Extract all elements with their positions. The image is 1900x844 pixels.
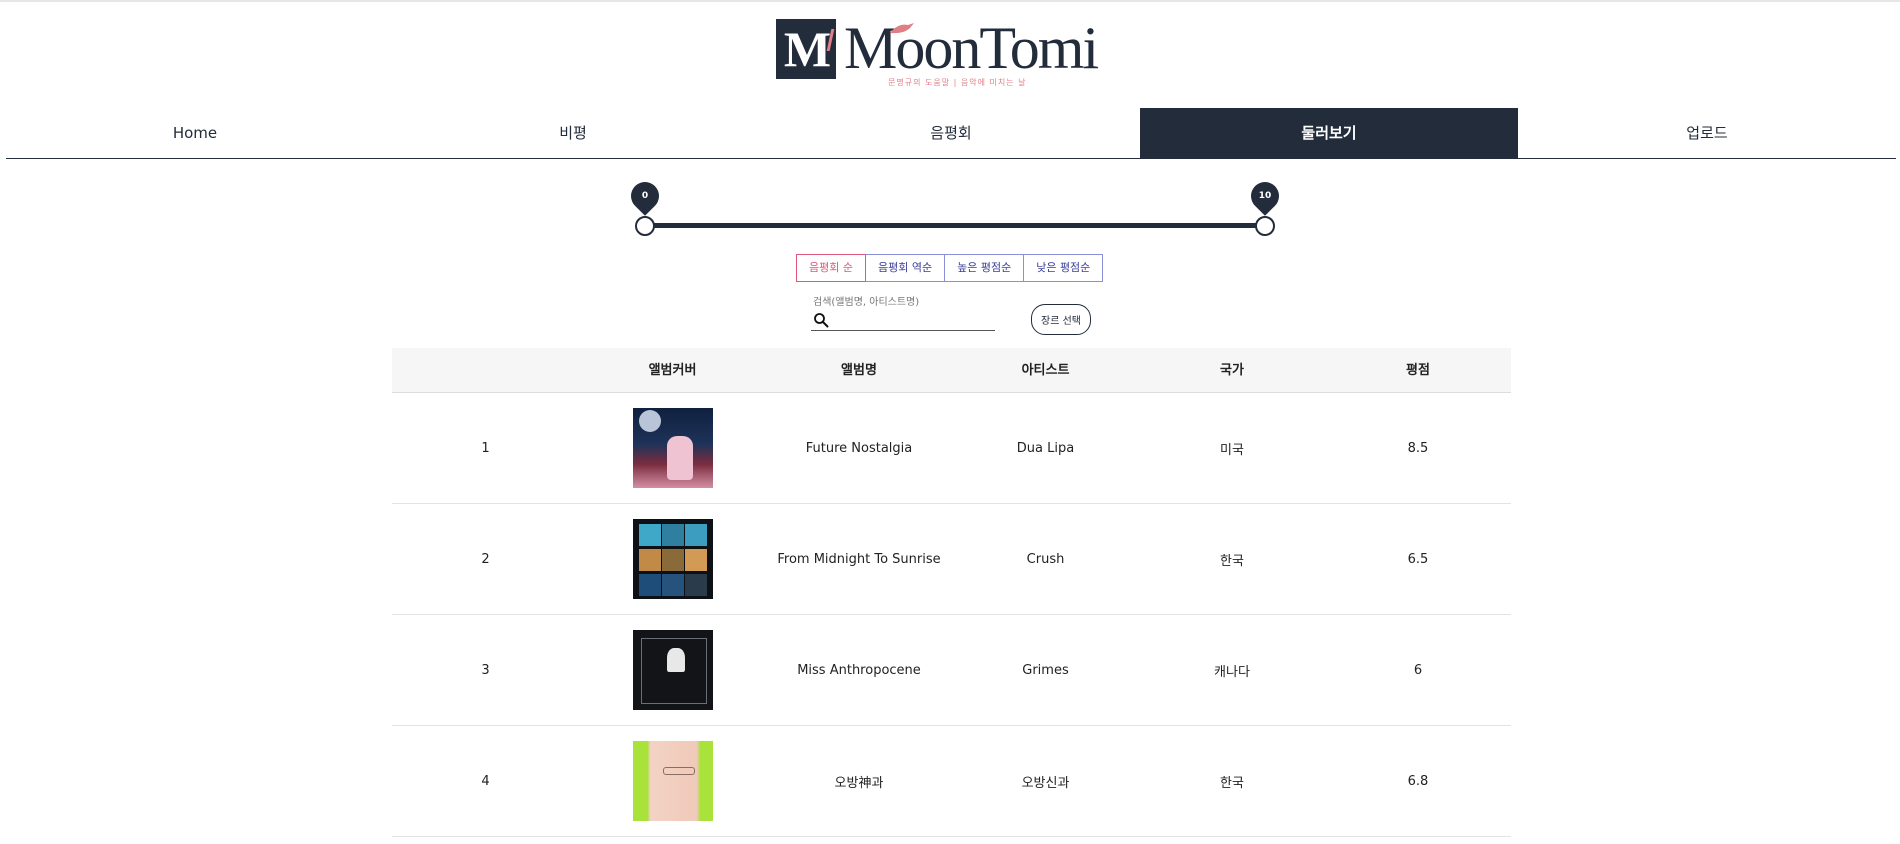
album-cover-image[interactable] — [632, 519, 713, 599]
slider-min-label: 0 — [641, 191, 649, 201]
header-artist: 아티스트 — [1021, 363, 1070, 378]
album-name[interactable]: 오방神과 — [766, 772, 952, 791]
album-name[interactable]: Future Nostalgia — [766, 441, 952, 456]
table-header: 앨범커버 앨범명 아티스트 국가 평점 — [392, 348, 1511, 393]
rating-range-slider[interactable]: 0 10 — [625, 176, 1285, 240]
sort-button-listening-reverse[interactable]: 음평회 역순 — [864, 254, 946, 282]
cover-cell — [579, 741, 766, 821]
header-rating: 평점 — [1406, 363, 1430, 378]
header-country: 국가 — [1220, 363, 1244, 378]
table-row[interactable]: 2 From Midnight To Sunrise Crush 한국 6.5 — [392, 504, 1511, 615]
sort-options: 음평회 순 음평회 역순 높은 평점순 낮은 평점순 — [796, 254, 1104, 282]
artist-name: Crush — [1026, 551, 1065, 567]
bird-icon — [890, 23, 914, 34]
sort-button-listening-order[interactable]: 음평회 순 — [796, 254, 866, 282]
rating: 8.5 — [1407, 440, 1429, 456]
search-icon[interactable] — [813, 312, 829, 328]
row-number: 2 — [481, 551, 490, 567]
slider-max-tooltip: 10 — [1245, 176, 1285, 216]
row-number: 1 — [481, 440, 490, 456]
country: 미국 — [1220, 442, 1244, 458]
nav-item-browse[interactable]: 둘러보기 — [1140, 108, 1518, 158]
album-name[interactable]: From Midnight To Sunrise — [766, 552, 952, 567]
table-row[interactable]: 3 Miss Anthropocene Grimes 캐나다 6 — [392, 615, 1511, 726]
album-name[interactable]: Miss Anthropocene — [766, 663, 952, 678]
header-cover: 앨범커버 — [648, 363, 697, 378]
slider-max-label: 10 — [1258, 191, 1272, 201]
header-rank — [392, 348, 579, 392]
table-row[interactable]: 1 Future Nostalgia Dua Lipa 미국 8.5 — [392, 393, 1511, 504]
rating: 6 — [1413, 662, 1423, 678]
main-nav: Home 비평 음평회 둘러보기 업로드 — [6, 108, 1896, 159]
search-label: 검색(앨범명, 아티스트명) — [813, 297, 920, 308]
album-cover-image[interactable] — [632, 630, 713, 710]
slider-min-handle[interactable] — [635, 216, 655, 236]
slider-max-handle[interactable] — [1255, 216, 1275, 236]
nav-item-home[interactable]: Home — [6, 108, 384, 158]
cover-cell — [579, 630, 766, 710]
country: 캐나다 — [1214, 664, 1250, 680]
album-cover-image[interactable] — [632, 741, 713, 821]
site-logo[interactable]: M MoonTomi 문명규의 도움말 | 음악에 미치는 날 — [776, 15, 1114, 87]
row-number: 4 — [481, 773, 490, 789]
slider-min-tooltip: 0 — [625, 176, 665, 216]
nav-item-review[interactable]: 비평 — [384, 108, 762, 158]
rating: 6.5 — [1407, 551, 1429, 567]
top-border — [0, 0, 1900, 2]
genre-select-button[interactable]: 장르 선택 — [1031, 304, 1091, 335]
table-row[interactable]: 4 오방神과 오방신과 한국 6.8 — [392, 726, 1511, 837]
search-field: 검색(앨범명, 아티스트명) — [811, 293, 995, 333]
album-table: 앨범커버 앨범명 아티스트 국가 평점 1 Future Nostalgia D… — [392, 348, 1511, 837]
country: 한국 — [1220, 775, 1244, 791]
row-number: 3 — [481, 662, 490, 678]
sort-button-low-rating[interactable]: 낮은 평점순 — [1023, 254, 1104, 282]
logo-mark: M — [776, 19, 836, 79]
nav-item-upload[interactable]: 업로드 — [1518, 108, 1896, 158]
album-cover-image[interactable] — [632, 408, 713, 488]
header-album: 앨범명 — [841, 363, 877, 378]
country: 한국 — [1220, 553, 1244, 569]
slider-track[interactable] — [644, 223, 1264, 228]
cover-cell — [579, 519, 766, 599]
nav-item-listening-party[interactable]: 음평회 — [762, 108, 1140, 158]
cover-cell — [579, 408, 766, 488]
search-box — [811, 309, 995, 331]
logo-tagline: 문명규의 도움말 | 음악에 미치는 날 — [888, 78, 1027, 87]
artist-name: Dua Lipa — [1016, 440, 1075, 456]
artist-name: Grimes — [1022, 662, 1069, 678]
sort-button-high-rating[interactable]: 높은 평점순 — [944, 254, 1025, 282]
artist-name: 오방신과 — [1021, 775, 1070, 791]
rating: 6.8 — [1407, 773, 1429, 789]
logo-wordmark: MoonTomi — [844, 15, 1099, 81]
search-input[interactable] — [833, 310, 993, 330]
